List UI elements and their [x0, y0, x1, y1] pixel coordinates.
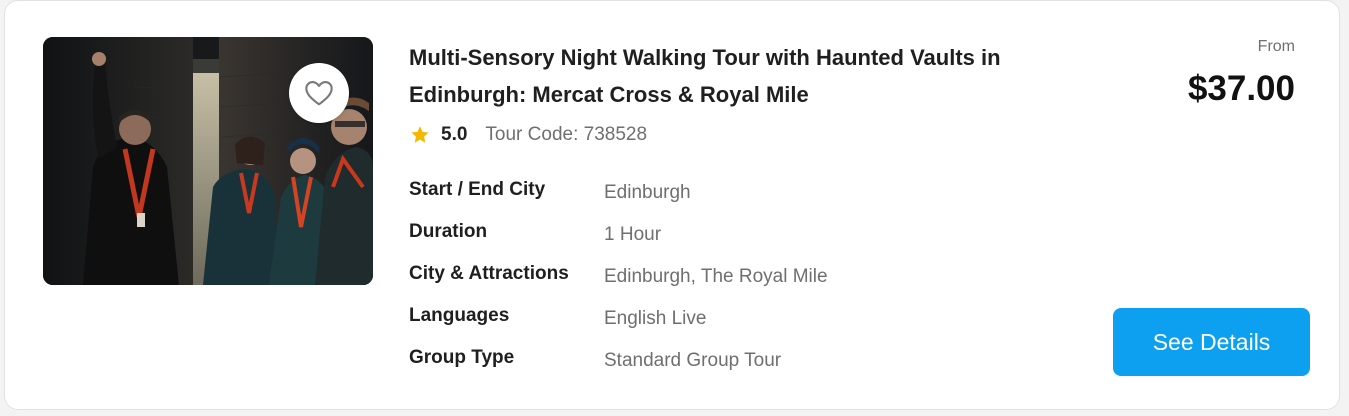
see-details-button[interactable]: See Details	[1113, 308, 1310, 376]
rating-value: 5.0	[441, 124, 468, 145]
attribute-value: Standard Group Tour	[604, 350, 782, 371]
star-icon	[411, 126, 429, 143]
attribute-label: Languages	[409, 305, 510, 326]
tour-title[interactable]: Multi-Sensory Night Walking Tour with Ha…	[409, 39, 1049, 113]
rating: 5.0 Tour Code: 738528	[409, 121, 647, 149]
heart-outline-icon	[305, 81, 333, 106]
price: $37.00	[1187, 69, 1295, 108]
attribute-label: City & Attractions	[409, 263, 569, 284]
favorite-button[interactable]	[289, 63, 349, 123]
attribute-label: Group Type	[409, 347, 515, 368]
attribute-value: Edinburgh	[604, 182, 691, 203]
tour-code: Tour Code: 738528	[485, 124, 648, 145]
tour-card: Multi-Sensory Night Walking Tour with Ha…	[4, 0, 1340, 410]
attribute-value: 1 Hour	[604, 224, 662, 245]
price-from-label: From	[1257, 38, 1295, 55]
attribute-value: Edinburgh, The Royal Mile	[604, 266, 828, 287]
attribute-label: Duration	[409, 221, 488, 242]
attribute-value: English Live	[604, 308, 707, 329]
attribute-label: Start / End City	[409, 179, 546, 200]
